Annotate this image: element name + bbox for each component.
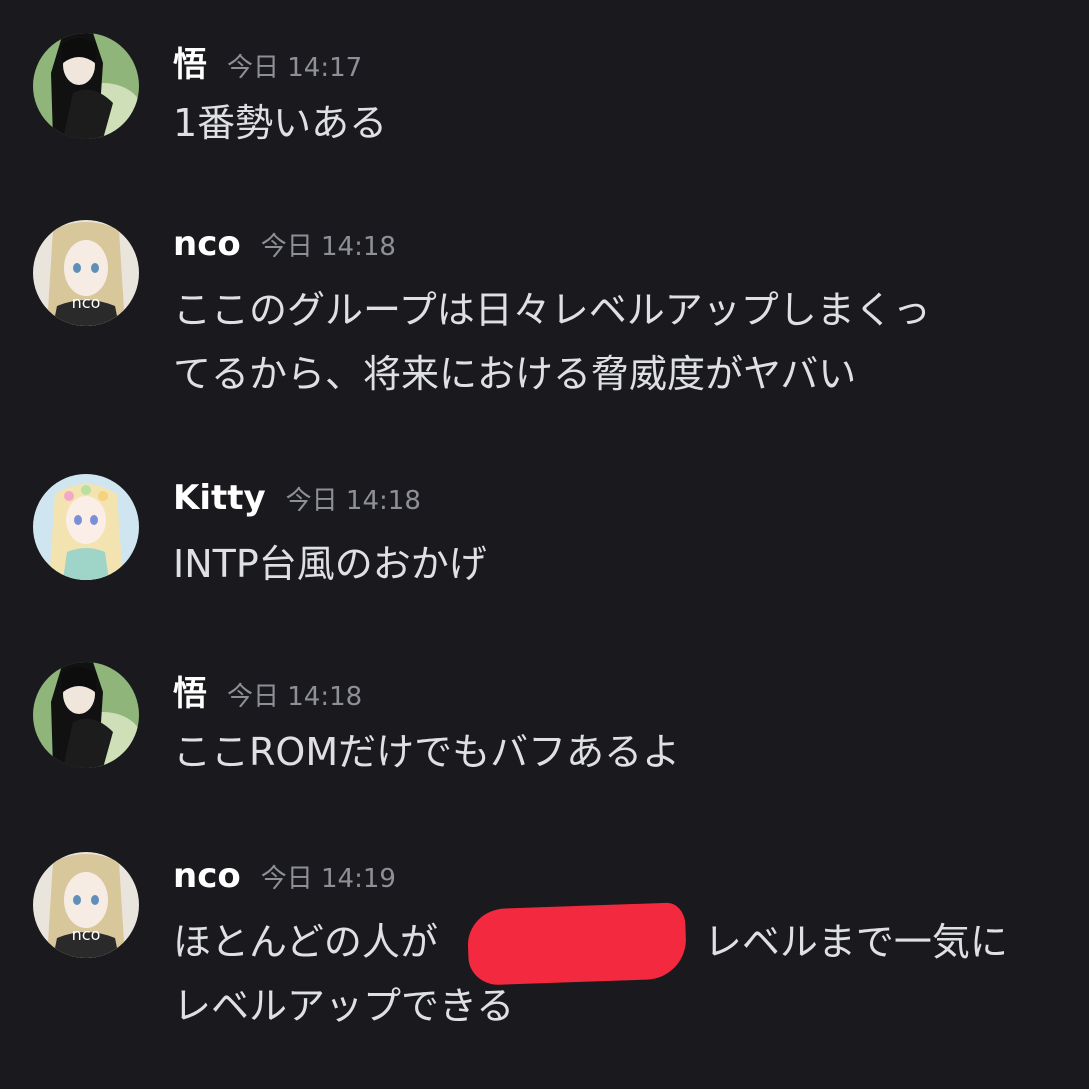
avatar-nco-label: nco	[72, 293, 101, 312]
message-header: Kitty 今日 14:18	[173, 478, 421, 528]
message-text: ここのグループは日々レベルアップしまくっ てるから、将来における脅威度がヤバい	[173, 288, 931, 396]
redaction-mark	[466, 902, 688, 986]
avatar-nco-label: nco	[72, 925, 101, 944]
avatar-nco-icon[interactable]: nco	[33, 852, 139, 958]
avatar-nco-icon[interactable]: nco	[33, 220, 139, 326]
username[interactable]: 悟	[173, 45, 207, 85]
timestamp: 今日 14:17	[227, 53, 363, 83]
message-text: 1番勢いある	[173, 101, 388, 145]
avatar-kitty-icon[interactable]	[33, 474, 139, 580]
timestamp: 今日 14:18	[285, 486, 421, 516]
username[interactable]: 悟	[173, 674, 207, 714]
message-text: ここROMだけでもバフあるよ	[173, 730, 681, 774]
username[interactable]: nco	[173, 856, 241, 896]
timestamp: 今日 14:18	[260, 232, 396, 262]
message-text: INTP台風のおかげ	[173, 542, 487, 586]
timestamp: 今日 14:19	[260, 864, 396, 894]
message-header: nco 今日 14:18	[173, 224, 396, 274]
username[interactable]: Kitty	[173, 478, 266, 518]
chat-message: 悟今日 14:18 ここROMだけでもバフあるよ	[0, 662, 1089, 782]
chat-message: nco nco 今日 14:18 ここのグループは日々レベルアップしまくっ てるか…	[0, 220, 1089, 420]
chat-message: 悟今日 14:17 1番勢いある	[0, 33, 1089, 153]
avatar-satoru-icon[interactable]	[33, 662, 139, 768]
timestamp: 今日 14:18	[227, 682, 363, 712]
chat-message-list: 悟今日 14:17 1番勢いある nco nco 今日 14:18 ここのグループ…	[0, 0, 1089, 1089]
chat-message: Kitty 今日 14:18 INTP台風のおかげ	[0, 474, 1089, 594]
message-header: nco 今日 14:19	[173, 856, 396, 906]
username[interactable]: nco	[173, 224, 241, 264]
message-header: 悟今日 14:18	[173, 666, 362, 716]
avatar-satoru-icon[interactable]	[33, 33, 139, 139]
message-header: 悟今日 14:17	[173, 37, 362, 87]
